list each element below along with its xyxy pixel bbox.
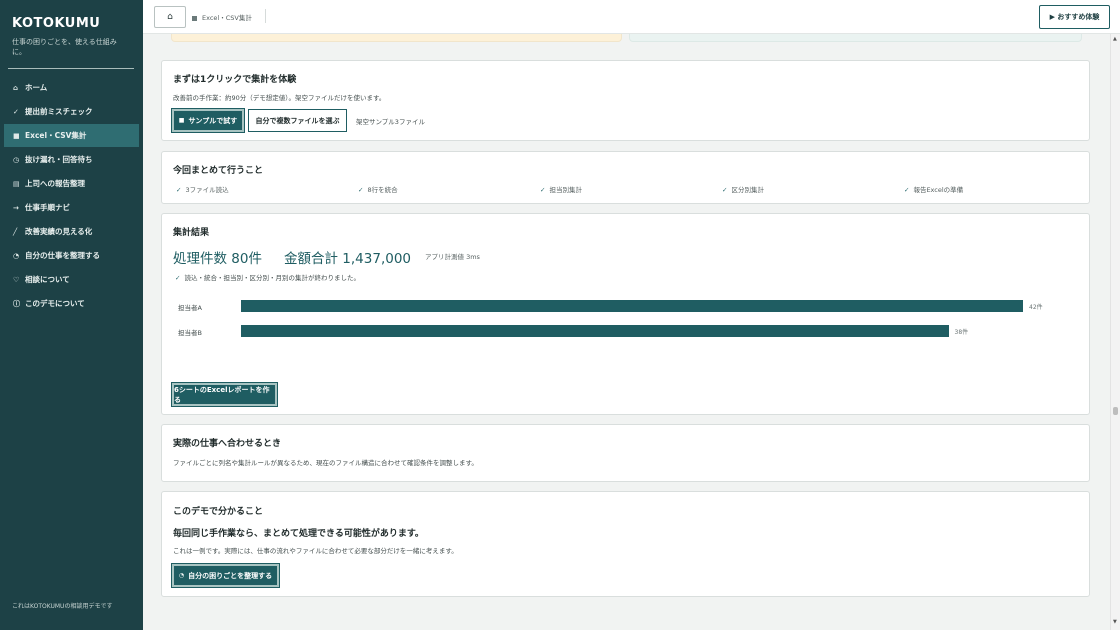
scroll-up-icon[interactable]: ▲ <box>1113 36 1117 42</box>
todo-item: ✓ 報告Excelの準備 <box>904 186 964 194</box>
sidebar-item-consult[interactable]: ♡ 相談について <box>4 268 139 291</box>
result-title: 集計結果 <box>173 228 210 238</box>
sidebar-item-label: Excel・CSV集計 <box>25 131 87 140</box>
document-icon: ▤ <box>13 179 20 188</box>
check-icon: ✓ <box>358 186 364 194</box>
todo-item: ✓ 8行を統合 <box>358 186 398 194</box>
square-icon <box>192 15 197 21</box>
adjust-description: ファイルごとに列名や集計ルールが異なるため、現在のファイル構造に合わせて確認条件… <box>173 459 478 467</box>
completion-message: ✓ 読込・統合・担当別・区分別・月別の集計が終わりました。 <box>175 274 360 282</box>
home-icon: ⌂ <box>167 12 173 22</box>
create-report-button[interactable]: 6シートのExcelレポートを作る <box>171 382 278 407</box>
organize-problems-label: 自分の困りごとを整理する <box>188 571 273 580</box>
sidebar-item-report[interactable]: ▤ 上司への報告整理 <box>4 172 139 195</box>
bar-track: 42件 <box>241 300 1081 312</box>
bar <box>241 325 949 337</box>
adjust-title: 実際の仕事へ合わせるとき <box>173 439 282 449</box>
todo-item: ✓ 担当別集計 <box>540 186 582 194</box>
sidebar-item-pending[interactable]: ◷ 抜け漏れ・回答待ち <box>4 148 139 171</box>
breadcrumb-current: Excel・CSV集計 <box>202 14 252 22</box>
result-card: 集計結果 処理件数 80件 金額合計 1,437,000 アプリ計測値 3ms … <box>161 213 1090 415</box>
square-icon: ■ <box>13 131 20 140</box>
sidebar-item-home[interactable]: ⌂ ホーム <box>4 76 139 99</box>
sidebar-item-label: 相談について <box>25 275 70 284</box>
breadcrumb: Excel・CSV集計 <box>192 12 252 22</box>
summary-tile-yellow <box>171 34 622 42</box>
brand-logo[interactable]: KOTOKUMU <box>12 16 100 31</box>
adjust-card: 実際の仕事へ合わせるとき ファイルごとに列名や集計ルールが異なるため、現在のファ… <box>161 424 1090 482</box>
clock-icon: ◷ <box>13 155 20 164</box>
todo-title: 今回まとめて行うこと <box>173 166 264 176</box>
sidebar-item-excel-csv[interactable]: ■ Excel・CSV集計 <box>4 124 139 147</box>
organize-problems-button[interactable]: ◔ 自分の困りごとを整理する <box>171 563 280 588</box>
learn-lead: 毎回同じ手作業なら、まとめて処理できる可能性があります。 <box>173 529 424 539</box>
amount-total: 金額合計 1,437,000 <box>284 251 411 267</box>
try-sample-label: サンプルで試す <box>188 116 238 125</box>
sample-note: 架空サンプル3ファイル <box>356 118 425 126</box>
sidebar-item-label: 改善実績の見える化 <box>25 227 93 236</box>
quick-try-description: 改善前の手作業：約90分（デモ想定値）。架空ファイルだけを使います。 <box>173 94 386 102</box>
todo-card: 今回まとめて行うこと ✓ 3ファイル読込 ✓ 8行を統合 ✓ 担当別集計 ✓ 区分別集計… <box>161 151 1090 204</box>
sidebar-item-precheck[interactable]: ✓ 提出前ミスチェック <box>4 100 139 123</box>
sidebar-item-about-demo[interactable]: ⓘ このデモについて <box>4 292 139 315</box>
main-scrollbar[interactable]: ▲ ▼ <box>1110 34 1120 630</box>
learn-description: これは一例です。実際には、仕事の流れやファイルに合わせて必要な部分だけを一緒に考… <box>173 547 458 555</box>
sidebar-item-label: ホーム <box>25 83 48 92</box>
todo-item: ✓ 3ファイル読込 <box>176 186 229 194</box>
recommend-tour-button[interactable]: ▶ おすすめ体験 <box>1039 5 1110 29</box>
summary-tile-teal <box>629 34 1082 42</box>
sidebar-item-organize[interactable]: ◔ 自分の仕事を整理する <box>4 244 139 267</box>
sidebar-item-label: 上司への報告整理 <box>25 179 85 188</box>
home-button[interactable]: ⌂ <box>154 6 186 28</box>
chat-icon: ◔ <box>13 251 20 260</box>
learn-card: このデモで分かること 毎回同じ手作業なら、まとめて処理できる可能性があります。 … <box>161 491 1090 597</box>
choose-files-button[interactable]: 自分で複数ファイルを選ぶ <box>248 109 347 132</box>
check-icon: ✓ <box>540 186 546 194</box>
processed-count: 処理件数 80件 <box>173 251 262 267</box>
arrow-right-icon: → <box>13 203 19 212</box>
scroll-thumb[interactable] <box>1113 407 1118 415</box>
bar-value-label: 38件 <box>954 329 969 336</box>
check-icon: ✓ <box>722 186 728 194</box>
sidebar-item-label: 仕事手順ナビ <box>25 203 70 212</box>
bar-track: 38件 <box>241 325 1081 337</box>
top-bar: ⌂ Excel・CSV集計 ▶ おすすめ体験 <box>143 0 1120 34</box>
sidebar-divider <box>8 68 134 69</box>
breadcrumb-divider <box>265 9 266 23</box>
quick-try-title: まずは1クリックで集計を体験 <box>173 75 297 85</box>
check-icon: ✓ <box>175 274 181 282</box>
info-icon: ⓘ <box>13 299 20 308</box>
heart-icon: ♡ <box>13 275 20 284</box>
learn-title: このデモで分かること <box>173 507 264 517</box>
check-icon: ✓ <box>904 186 910 194</box>
sidebar-item-label: 提出前ミスチェック <box>25 107 93 116</box>
sidebar-item-improvement[interactable]: ╱ 改善実績の見える化 <box>4 220 139 243</box>
scroll-down-icon[interactable]: ▼ <box>1113 619 1117 625</box>
try-sample-button[interactable]: ■ サンプルで試す <box>171 108 245 133</box>
sidebar-item-label: 抜け漏れ・回答待ち <box>25 155 93 164</box>
sidebar: KOTOKUMU 仕事の困りごとを、使える仕組みに。 ⌂ ホーム ✓ 提出前ミス… <box>0 0 143 630</box>
timing-note: アプリ計測値 3ms <box>425 253 480 261</box>
check-icon: ✓ <box>176 186 182 194</box>
bar <box>241 300 1023 312</box>
bar-category-label: 担当者B <box>178 329 202 337</box>
sidebar-nav: ⌂ ホーム ✓ 提出前ミスチェック ■ Excel・CSV集計 ◷ 抜け漏れ・回… <box>4 76 139 316</box>
sidebar-footer-note: これはKOTOKUMUの相談用デモです <box>12 603 113 610</box>
pen-icon: ╱ <box>13 227 18 236</box>
square-icon: ■ <box>178 117 185 124</box>
todo-item: ✓ 区分別集計 <box>722 186 764 194</box>
home-icon: ⌂ <box>13 83 19 92</box>
bar-value-label: 42件 <box>1029 304 1043 311</box>
brand-tagline: 仕事の困りごとを、使える仕組みに。 <box>12 38 117 56</box>
sidebar-item-label: 自分の仕事を整理する <box>25 251 100 260</box>
bar-category-label: 担当者A <box>178 304 202 312</box>
main-content: まずは1クリックで集計を体験 改善前の手作業：約90分（デモ想定値）。架空ファイ… <box>143 34 1110 630</box>
check-icon: ✓ <box>13 107 19 116</box>
chat-icon: ◔ <box>178 572 185 579</box>
sidebar-item-label: このデモについて <box>25 299 85 308</box>
sidebar-item-procedure[interactable]: → 仕事手順ナビ <box>4 196 139 219</box>
quick-try-card: まずは1クリックで集計を体験 改善前の手作業：約90分（デモ想定値）。架空ファイ… <box>161 60 1090 141</box>
